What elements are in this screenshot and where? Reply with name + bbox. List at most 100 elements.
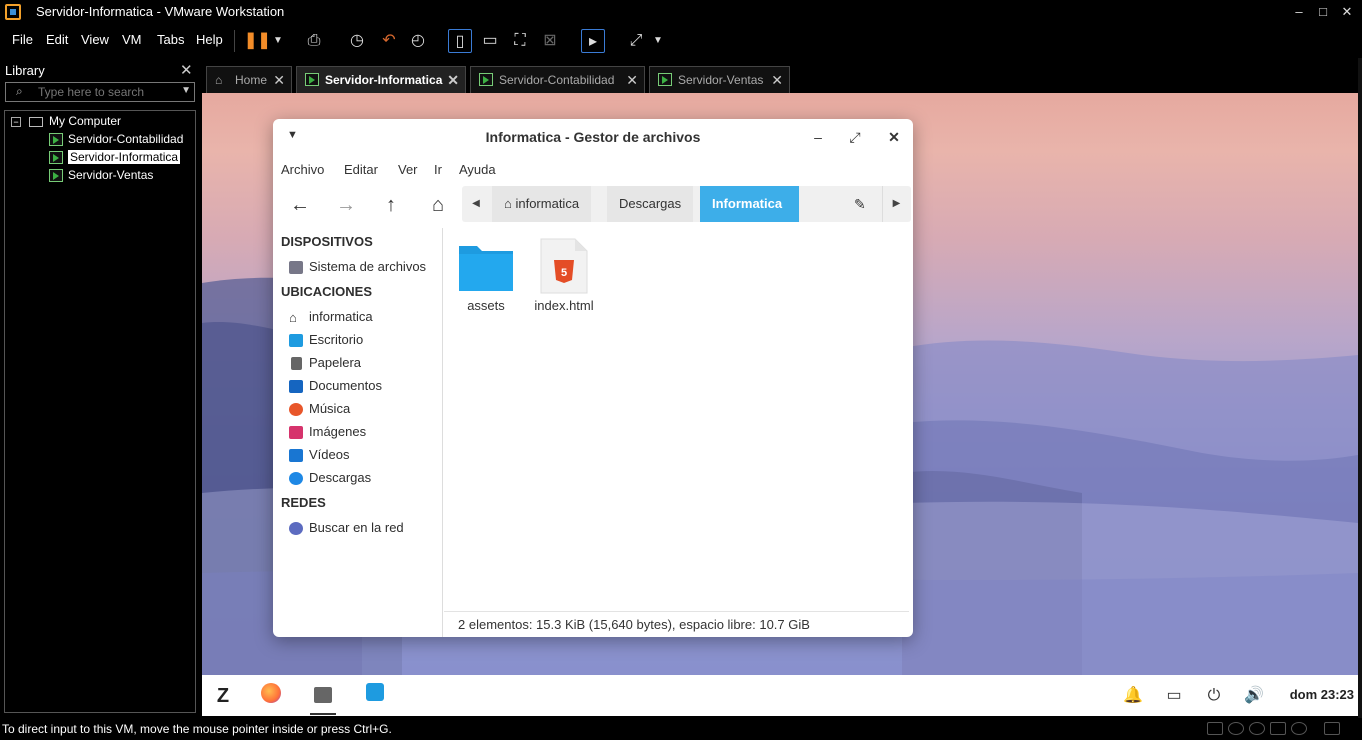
power-icon[interactable]: ⏻ — [1201, 683, 1227, 709]
home-icon: ⌂ — [504, 196, 516, 211]
scrollbar[interactable] — [1358, 58, 1362, 718]
edit-path-icon[interactable]: ✎ — [854, 186, 874, 222]
tab-servidor-ventas[interactable]: Servidor-Ventas ✕ — [649, 66, 790, 93]
library-search-input[interactable] — [38, 84, 178, 100]
cd-dvd-icon[interactable] — [1228, 722, 1244, 735]
sidebar-item-informatica[interactable]: ⌂ informatica — [289, 309, 373, 324]
menu-edit[interactable]: Edit — [46, 32, 68, 47]
close-button[interactable]: ✕ — [1336, 2, 1358, 22]
menu-vm[interactable]: VM — [122, 32, 142, 47]
library-search[interactable]: ⌕ ▼ — [5, 82, 195, 102]
tab-home[interactable]: ⌂ Home ✕ — [206, 66, 292, 93]
menu-ver[interactable]: Ver — [398, 162, 418, 177]
floppy-icon[interactable] — [1249, 722, 1265, 735]
minimize-button[interactable]: – — [808, 127, 828, 147]
sidebar-item-documentos[interactable]: Documentos — [289, 378, 382, 394]
firefox-icon[interactable] — [258, 683, 284, 709]
window-title: Servidor-Informatica - VMware Workstatio… — [36, 4, 285, 19]
library-close-button[interactable]: ✕ — [180, 61, 193, 79]
sidebar-item-sistema-de-archivos[interactable]: Sistema de archivos — [289, 259, 426, 275]
sidebar-item-label: Vídeos — [309, 447, 350, 462]
path-scroll-left-icon[interactable]: ◀ — [462, 186, 490, 222]
collapse-icon[interactable]: − — [11, 116, 21, 127]
tab-label: Servidor-Contabilidad — [499, 73, 615, 87]
sidebar-item-label: Documentos — [309, 378, 382, 393]
chevron-down-icon[interactable]: ▼ — [181, 85, 191, 96]
zorin-menu-icon[interactable]: Z — [210, 683, 236, 709]
menu-view[interactable]: View — [81, 32, 109, 47]
vmware-status-bar: To direct input to this VM, move the mou… — [0, 718, 1362, 740]
menu-tabs[interactable]: Tabs — [157, 32, 184, 47]
sound-card-icon[interactable] — [1291, 722, 1307, 735]
breadcrumb-informatica-current[interactable]: Informatica — [700, 186, 799, 222]
sidebar-item-musica[interactable]: Música — [289, 401, 350, 417]
files-icon[interactable] — [310, 683, 336, 715]
computer-icon — [29, 116, 43, 127]
menu-editar[interactable]: Editar — [344, 162, 378, 177]
chevron-down-icon[interactable]: ▼ — [646, 29, 670, 53]
breadcrumb-informatica[interactable]: ⌂ informatica — [492, 186, 592, 222]
software-store-icon[interactable] — [362, 683, 388, 709]
maximize-button[interactable]: ⤢ — [845, 127, 865, 147]
sidebar-item-escritorio[interactable]: Escritorio — [289, 332, 363, 348]
tree-root[interactable]: − My Computer — [11, 112, 121, 130]
revert-snapshot-icon[interactable]: ↶ — [377, 29, 401, 53]
vm-icon — [49, 151, 63, 165]
close-button[interactable]: ✕ — [884, 127, 904, 147]
panel-clock[interactable]: dom 23:23 — [1290, 687, 1354, 702]
send-ctrl-alt-del-icon[interactable]: ⎙ — [302, 29, 326, 53]
drive-icon — [289, 261, 303, 275]
file-view[interactable]: assets 5 index.html — [444, 228, 913, 608]
tab-servidor-informatica[interactable]: Servidor-Informatica ✕ — [296, 66, 466, 93]
unity-icon[interactable]: ⊠ — [538, 29, 562, 53]
home-icon[interactable]: ⌂ — [424, 191, 452, 219]
screen-icon[interactable]: ▭ — [1161, 683, 1187, 709]
chevron-down-icon[interactable]: ▼ — [266, 29, 290, 53]
sidebar-item-papelera[interactable]: Papelera — [289, 355, 361, 371]
snapshot-icon[interactable]: ◷ — [345, 29, 369, 53]
display-icon[interactable] — [1324, 722, 1340, 735]
network-adapter-icon[interactable] — [1270, 722, 1286, 735]
snapshot-manager-icon[interactable]: ◴ — [406, 29, 430, 53]
thumbnail-bar-icon[interactable]: ▭ — [478, 29, 502, 53]
vm-icon — [49, 169, 63, 183]
file-item-index-html[interactable]: 5 index.html — [528, 238, 600, 313]
tab-close-icon[interactable]: ✕ — [626, 67, 638, 93]
path-scroll-right-icon[interactable]: ▶ — [882, 186, 910, 222]
library-title: Library — [5, 63, 45, 78]
menu-ir[interactable]: Ir — [434, 162, 442, 177]
show-library-icon[interactable]: ▯ — [448, 29, 472, 53]
volume-icon[interactable]: 🔊 — [1241, 683, 1267, 709]
forward-arrow-icon[interactable]: → — [332, 191, 360, 219]
sidebar-item-label: Descargas — [309, 470, 372, 485]
tab-servidor-contabilidad[interactable]: Servidor-Contabilidad ✕ — [470, 66, 645, 93]
sidebar-item-buscar-en-la-red[interactable]: Buscar en la red — [289, 520, 404, 536]
pause-icon[interactable]: ❚❚ — [244, 29, 271, 53]
back-arrow-icon[interactable]: ← — [286, 191, 314, 219]
vm-icon — [49, 133, 63, 147]
minimize-button[interactable]: – — [1288, 2, 1310, 22]
tree-item-servidor-contabilidad[interactable]: Servidor-Contabilidad — [49, 130, 183, 148]
tree-item-servidor-informatica[interactable]: Servidor-Informatica — [49, 148, 181, 166]
tab-close-icon[interactable]: ✕ — [447, 67, 459, 93]
console-view-icon[interactable]: ▸ — [581, 29, 605, 53]
sidebar-item-videos[interactable]: Vídeos — [289, 447, 350, 463]
hard-disk-icon[interactable] — [1207, 722, 1223, 735]
menu-help[interactable]: Help — [196, 32, 223, 47]
status-bar: 2 elementos: 15.3 KiB (15,640 bytes), es… — [444, 611, 909, 637]
tab-close-icon[interactable]: ✕ — [273, 67, 285, 93]
full-screen-icon[interactable]: ⛶ — [508, 29, 532, 53]
sidebar-item-imagenes[interactable]: Imágenes — [289, 424, 366, 440]
breadcrumb-descargas[interactable]: Descargas — [607, 186, 694, 222]
notifications-bell-icon[interactable]: 🔔 — [1120, 683, 1146, 709]
up-arrow-icon[interactable]: ↑ — [377, 191, 405, 219]
menu-archivo[interactable]: Archivo — [281, 162, 324, 177]
menu-ayuda[interactable]: Ayuda — [459, 162, 496, 177]
stretch-guest-icon[interactable]: ⤢ — [624, 29, 648, 53]
sidebar-item-descargas[interactable]: Descargas — [289, 470, 372, 486]
file-item-assets[interactable]: assets — [450, 238, 522, 313]
tree-item-servidor-ventas[interactable]: Servidor-Ventas — [49, 166, 153, 184]
tab-close-icon[interactable]: ✕ — [771, 67, 783, 93]
maximize-button[interactable]: □ — [1312, 2, 1334, 22]
menu-file[interactable]: File — [12, 32, 33, 47]
